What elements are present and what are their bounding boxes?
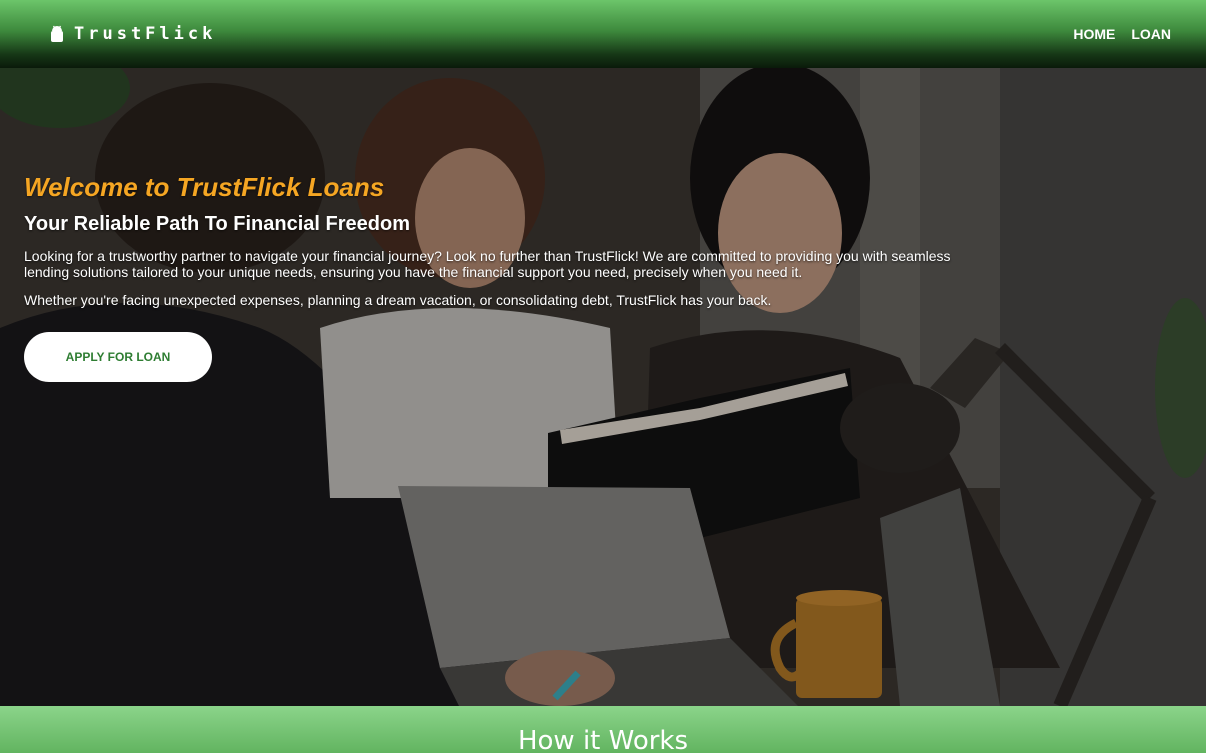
main-nav: HOME LOAN	[1073, 26, 1171, 42]
hero-paragraph-intro: Looking for a trustworthy partner to nav…	[24, 248, 951, 280]
android-logo-icon	[51, 25, 63, 42]
hero-section: Welcome to TrustFlick Loans Your Reliabl…	[0, 68, 1206, 706]
how-it-works-section: How it Works	[0, 706, 1206, 753]
brand[interactable]: TrustFlick	[50, 24, 216, 44]
top-navbar: TrustFlick HOME LOAN	[0, 0, 1206, 68]
brand-name: TrustFlick	[74, 24, 217, 44]
hero-paragraph-support: Whether you're facing unexpected expense…	[24, 292, 772, 308]
hero-dim-overlay	[0, 68, 1206, 706]
hero-welcome-heading: Welcome to TrustFlick Loans	[24, 172, 385, 202]
nav-home[interactable]: HOME	[1073, 26, 1115, 42]
hero-content: Welcome to TrustFlick Loans Your Reliabl…	[24, 172, 954, 382]
nav-loan[interactable]: LOAN	[1131, 26, 1171, 42]
apply-for-loan-button[interactable]: APPLY FOR LOAN	[24, 332, 212, 382]
how-it-works-title: How it Works	[517, 726, 689, 753]
hero-tagline: Your Reliable Path To Financial Freedom	[24, 213, 410, 235]
